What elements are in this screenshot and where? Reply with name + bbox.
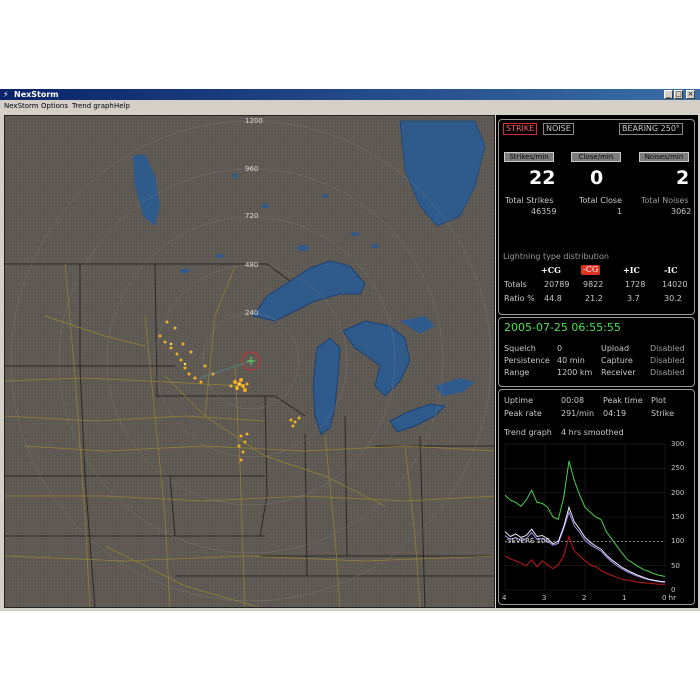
squelch-value: 0 [557, 344, 563, 353]
receiver-label: Receiver [601, 368, 636, 377]
strike-indicator: STRIKE [503, 123, 538, 135]
range-value: 1200 km [557, 368, 593, 377]
menu-help[interactable]: Help [114, 101, 130, 111]
trend-graph-mode: 4 hrs smoothed [561, 428, 624, 437]
plot-value: Strike [651, 409, 674, 418]
range-label-720: 720 [245, 212, 259, 220]
stats-box: STRIKE NOISE BEARING 250° Strikes/min Cl… [498, 119, 695, 315]
maximize-button[interactable]: □ [674, 90, 683, 99]
upload-label: Upload [601, 344, 630, 353]
total-strikes-label: Total Strikes [505, 196, 554, 205]
ratio-pos-ic: 3.7 [627, 294, 640, 303]
receiver-value: Disabled [650, 368, 685, 377]
noise-indicator: NOISE [543, 123, 574, 135]
x-tick-4: 4 [502, 594, 507, 602]
persistence-label: Persistence [504, 356, 550, 365]
trend-box: Uptime 00:08 Peak time Plot Peak rate 29… [498, 389, 695, 605]
header-pos-cg: +CG [541, 265, 561, 275]
app-icon: ⚡ [3, 90, 9, 99]
window-title: NexStorm [14, 90, 59, 99]
uptime-value: 00:08 [561, 396, 585, 405]
menu-trend-graph[interactable]: Trend graph [72, 101, 114, 111]
y-tick-150: 150 [671, 513, 685, 521]
lightning-map[interactable]: 1200 960 720 480 240 [4, 115, 495, 608]
total-close-label: Total Close [579, 196, 623, 205]
total-close-value: 1 [617, 207, 623, 216]
total-noises-label: Total Noises [641, 196, 689, 205]
totals-pos-ic: 1728 [625, 280, 646, 289]
title-bar[interactable]: ⚡ NexStorm _ □ × [0, 89, 700, 100]
peak-rate-value: 291/min [561, 409, 595, 418]
ratio-neg-cg: 21.2 [585, 294, 603, 303]
x-tick-1: 1 [622, 594, 627, 602]
y-tick-300: 300 [671, 440, 685, 448]
x-tick-2: 2 [582, 594, 587, 602]
header-neg-ic: -IC [664, 265, 678, 275]
squelch-label: Squelch [504, 344, 536, 353]
status-box: 2005-07-25 06:55:55 Squelch 0 Upload Dis… [498, 317, 695, 387]
status-panel: STRIKE NOISE BEARING 250° Strikes/min Cl… [496, 115, 698, 608]
total-strikes-value: 46359 [531, 207, 557, 216]
uptime-label: Uptime [504, 396, 534, 405]
y-tick-50: 50 [671, 561, 680, 570]
peak-time-value: 04:19 [603, 409, 627, 418]
range-label: Range [504, 368, 530, 377]
header-neg-cg: -CG [581, 265, 601, 275]
range-label-480: 480 [245, 261, 259, 269]
menu-options[interactable]: Options [41, 101, 68, 111]
range-label-240: 240 [245, 309, 259, 317]
trend-graph-label: Trend graph [504, 428, 552, 437]
close-button[interactable]: × [686, 90, 695, 99]
totals-row-label: Totals [504, 280, 527, 289]
x-tick-3: 3 [542, 594, 547, 602]
noises-per-min-button[interactable]: Noises/min [639, 152, 689, 162]
menu-nexstorm[interactable]: NexStorm [4, 101, 39, 111]
peak-time-label: Peak time [603, 396, 643, 405]
upload-value: Disabled [650, 344, 685, 353]
range-label-960: 960 [245, 165, 259, 173]
bearing-indicator: BEARING 250° [619, 123, 683, 135]
ratio-pos-cg: 44.8 [544, 294, 562, 303]
map-canvas [5, 116, 494, 607]
totals-pos-cg: 20789 [544, 280, 570, 289]
noises-per-min-value: 2 [676, 167, 690, 189]
close-per-min-value: 0 [590, 167, 604, 189]
y-tick-100: 100 [671, 537, 685, 546]
peak-rate-label: Peak rate [504, 409, 542, 418]
datetime-display: 2005-07-25 06:55:55 [504, 321, 621, 334]
strikes-per-min-button[interactable]: Strikes/min [504, 152, 554, 162]
totals-neg-cg: 9822 [583, 280, 604, 289]
minimize-button[interactable]: _ [664, 90, 673, 99]
menu-bar: NexStorm Options Trend graph Help [0, 100, 700, 112]
capture-value: Disabled [650, 356, 685, 365]
x-tick-0hr: 0 hr [662, 594, 676, 602]
range-label-1200: 1200 [245, 117, 263, 125]
strikes-per-min-value: 22 [529, 167, 556, 189]
close-per-min-button[interactable]: Close/min [571, 152, 621, 162]
trend-graph [504, 443, 666, 591]
severe-label: SEVERE 100 [507, 537, 550, 546]
totals-neg-ic: 14020 [662, 280, 688, 289]
total-noises-value: 3062 [671, 207, 692, 216]
ratio-row-label: Ratio % [504, 294, 535, 303]
capture-label: Capture [601, 356, 633, 365]
distribution-title: Lightning type distribution [503, 252, 609, 261]
y-tick-250: 250 [671, 464, 685, 473]
persistence-value: 40 min [557, 356, 585, 365]
ratio-neg-ic: 30.2 [664, 294, 682, 303]
plot-label: Plot [651, 396, 667, 405]
header-pos-ic: +IC [623, 265, 640, 275]
y-tick-200: 200 [671, 488, 685, 497]
